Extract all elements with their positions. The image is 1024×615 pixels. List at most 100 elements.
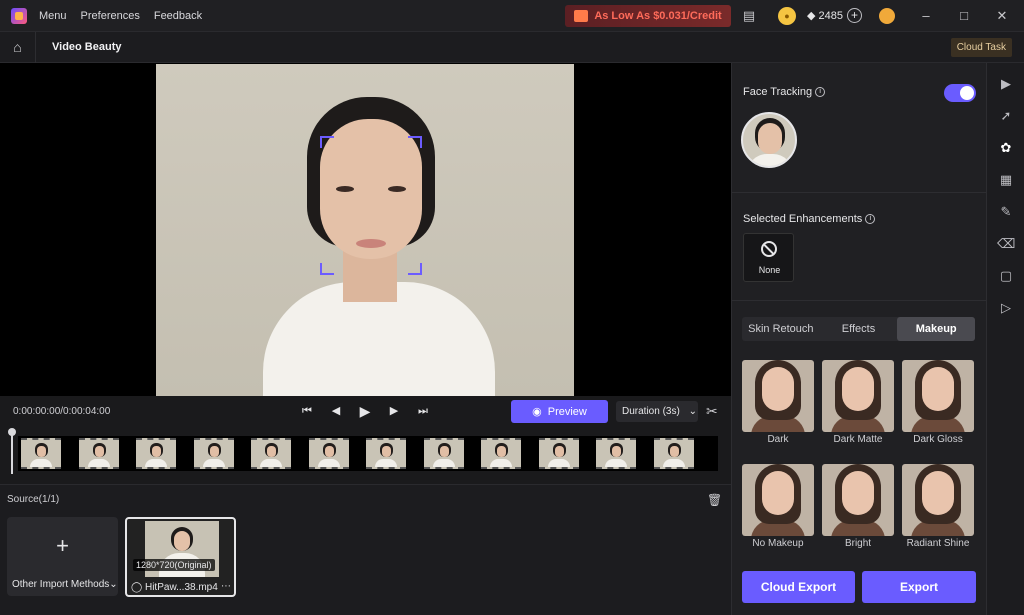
page-title: Video Beauty [52,41,122,53]
chat-icon[interactable]: ▤ [741,8,757,24]
enhancement-tabs: Skin Retouch Effects Makeup [742,317,976,341]
resolution-badge: 1280*720(Original) [133,559,215,571]
timeline-frame[interactable] [538,438,579,469]
timeline-frame[interactable] [423,438,464,469]
curve-icon[interactable]: ➚ [997,107,1015,125]
info-icon[interactable]: i [865,214,876,225]
playhead[interactable] [8,428,16,474]
export-button[interactable]: Export [862,571,976,603]
trash-icon[interactable]: 🗑 [707,493,722,507]
promo-text: As Low As $0.031/Credit [594,10,722,22]
menu-feedback[interactable]: Feedback [154,10,202,22]
export-video-icon[interactable]: ▷ [997,299,1015,317]
preview-button[interactable]: ◉ Preview [511,400,608,423]
diamond-icon: ◆ [807,10,816,22]
makeup-thumbnail [822,464,894,536]
makeup-option[interactable]: Dark [742,360,814,452]
chevron-down-icon: ⌄ [109,579,118,590]
makeup-option[interactable]: No Makeup [742,464,814,556]
media-item[interactable]: 1280*720(Original) ◯ HitPaw...38.mp4 ⋯ [125,517,236,597]
timeline-frame[interactable] [136,438,176,469]
tracked-face-avatar[interactable] [741,112,797,168]
ban-icon [761,241,777,257]
subject-lips [356,239,386,248]
makeup-label: No Makeup [752,538,804,549]
timeline-frame[interactable] [596,438,636,469]
tab-skin-retouch[interactable]: Skin Retouch [742,317,820,341]
makeup-option[interactable]: Dark Matte [822,360,894,452]
timeline-frame[interactable] [193,438,234,469]
maximize-icon[interactable]: □ [955,7,973,25]
makeup-option[interactable]: Dark Gloss [902,360,974,452]
source-label: Source(1/1) [7,494,60,505]
menu-menu[interactable]: Menu [39,10,67,22]
add-credits-icon[interactable]: + [846,8,862,23]
face-tracking-toggle[interactable] [944,84,976,102]
media-filename: ◯ HitPaw...38.mp4 [131,582,218,593]
face-icon: ◯ [131,582,143,593]
timeline-frame[interactable] [21,438,61,469]
face-beauty-icon[interactable]: ✿ [997,139,1015,157]
home-icon[interactable]: ⌂ [0,31,36,63]
timeline-frame[interactable] [78,438,119,469]
enhancement-panel: Face Tracking i Selected Enhancements i No… [731,63,986,615]
tab-effects[interactable]: Effects [820,317,898,341]
scissors-icon[interactable]: ✂ [706,403,718,420]
frame-strip[interactable] [18,436,718,471]
skip-end-icon[interactable]: ⏭ [416,404,430,418]
makeup-label: Dark Matte [833,434,883,445]
timeline-frame[interactable] [366,438,406,469]
face-box-corner [320,136,334,148]
timeline-frame[interactable] [251,438,291,469]
user-avatar[interactable] [879,8,895,24]
plus-icon: + [56,533,69,558]
edit-icon[interactable]: ✎ [997,203,1015,221]
other-import-button[interactable]: + Other Import Methods⌄ [7,517,118,596]
face-box-corner [320,263,334,275]
preview-label: Preview [547,405,587,418]
timeline[interactable] [0,426,731,484]
credits-display: ◆ 2485 + [807,8,862,23]
prev-frame-icon[interactable]: ◀ [329,404,343,418]
none-enhancement[interactable]: None [743,233,794,282]
makeup-option[interactable]: Radiant Shine [902,464,974,556]
video-preview [0,63,731,396]
grid-icon[interactable]: ▦ [997,171,1015,189]
duration-select[interactable]: Duration (3s) ⌄ [616,401,698,422]
sub-header: ⌂ Video Beauty Cloud Task [0,31,1024,63]
timeline-frame[interactable] [308,438,349,469]
skip-start-icon[interactable]: ⏮ [300,404,314,418]
promo-banner[interactable]: As Low As $0.031/Credit [565,5,731,27]
tab-makeup[interactable]: Makeup [897,317,976,341]
info-icon[interactable]: i [815,87,826,98]
timeline-frame[interactable] [653,438,694,469]
cloud-export-button[interactable]: Cloud Export [742,571,855,603]
timeline-frame[interactable] [481,438,521,469]
play-icon[interactable]: ▶ [358,404,372,418]
subject-eye-right [388,186,406,192]
face-box-corner [408,136,422,148]
makeup-thumbnail [742,464,814,536]
tool-strip: ▶ ➚ ✿ ▦ ✎ ⌫ ▢ ▷ [986,63,1024,615]
source-panel: Source(1/1) 🗑 + Other Import Methods⌄ 12… [0,484,731,615]
makeup-option[interactable]: Bright [822,464,894,556]
menu-preferences[interactable]: Preferences [81,10,140,22]
import-label: Other Import Methods⌄ [12,579,118,590]
face-box-corner [408,263,422,275]
cloud-task-button[interactable]: Cloud Task [950,38,1012,57]
avatar-shirt [747,154,793,166]
next-frame-icon[interactable]: ▶ [387,404,401,418]
eraser-icon[interactable]: ⌫ [997,235,1015,253]
makeup-thumbnail [822,360,894,432]
video-enhance-icon[interactable]: ▶ [997,75,1015,93]
minimize-icon[interactable]: – [917,7,935,25]
selected-enhancements-label: Selected Enhancements i [743,213,876,225]
more-icon[interactable]: ⋯ [221,581,231,592]
chevron-down-icon: ⌄ [688,406,697,417]
duration-label: Duration (3s) [622,406,680,417]
coin-icon[interactable]: ● [778,7,796,25]
makeup-label: Radiant Shine [906,538,970,549]
close-icon[interactable]: ✕ [993,7,1011,25]
makeup-label: Dark [767,434,789,445]
crop-select-icon[interactable]: ▢ [997,267,1015,285]
